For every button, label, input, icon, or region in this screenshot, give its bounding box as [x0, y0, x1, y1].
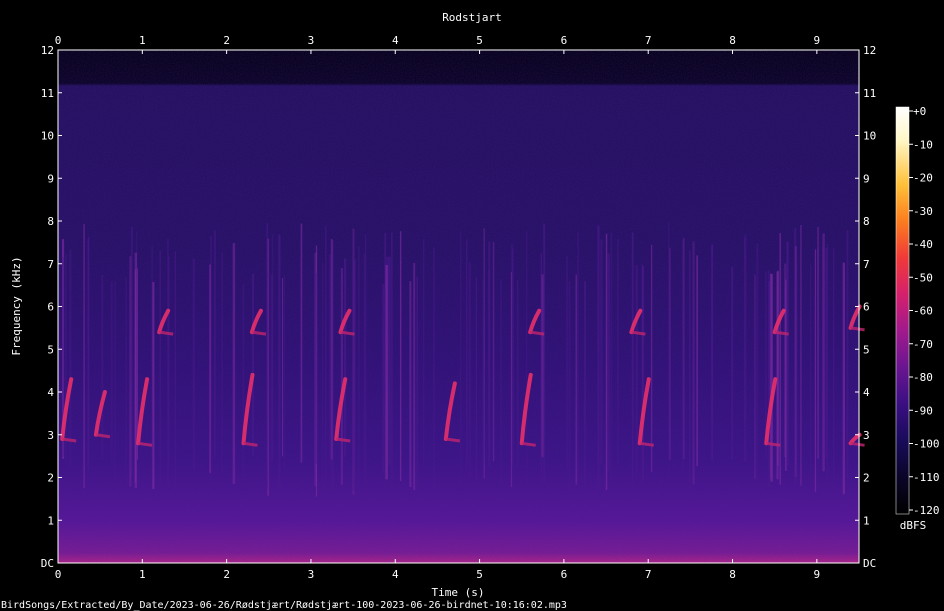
- x-tick-label-top: 9: [814, 34, 821, 47]
- song-phrase-tail: [158, 330, 174, 336]
- colorbar-tick-label: -50: [913, 271, 933, 284]
- x-tick-label-bottom: 8: [729, 568, 736, 581]
- y-tick-label-left: 7: [47, 258, 54, 271]
- colorbar-tick-label: -120: [913, 504, 940, 517]
- plot-area: [57, 49, 865, 564]
- song-phrase-tail: [445, 437, 461, 443]
- song-phrase-tail: [521, 441, 536, 447]
- colorbar-tick-label: -110: [913, 471, 940, 484]
- y-tick-label-right: 2: [863, 472, 870, 485]
- colorbar-gradient: [895, 106, 910, 515]
- colorbar-tick-label: -70: [913, 338, 933, 351]
- song-phrase-tail: [62, 437, 77, 443]
- x-tick-label-top: 8: [729, 34, 736, 47]
- colorbar-tick-label: -60: [913, 305, 933, 318]
- y-tick-label-right: 1: [863, 514, 870, 527]
- x-tick-label-bottom: 3: [308, 568, 315, 581]
- song-phrase-tail: [774, 330, 789, 336]
- colorbar-tick-label: -30: [913, 205, 933, 218]
- file-path: BirdSongs/Extracted/By_Date/2023-06-26/R…: [1, 600, 567, 611]
- y-tick-label-right: 12: [863, 44, 876, 57]
- x-tick-label-top: 3: [308, 34, 315, 47]
- y-tick-label-left: 12: [41, 44, 54, 57]
- song-phrase-tail: [631, 330, 646, 336]
- x-tick-label-top: 7: [645, 34, 652, 47]
- x-axis-label: Time (s): [432, 586, 485, 599]
- colorbar-tick-label: -10: [913, 138, 933, 151]
- y-tick-label-left: 9: [47, 172, 54, 185]
- song-phrase-tail: [336, 437, 351, 443]
- colorbar-tick-label: -90: [913, 404, 933, 417]
- x-tick-label-bottom: 1: [139, 568, 146, 581]
- y-axis-label: Frequency (kHz): [10, 256, 23, 355]
- y-tick-label-left: 1: [47, 514, 54, 527]
- colorbar: +0 -10 -20 -30 -40 -50 -60 -70 -80 -90 -100 -110 -12…: [895, 105, 940, 532]
- colorbar-tick-label: -100: [913, 438, 940, 451]
- colorbar-tick-label: -40: [913, 238, 933, 251]
- y-tick-label-left: 5: [47, 343, 54, 356]
- x-tick-label-bottom: 5: [476, 568, 483, 581]
- x-tick-label-bottom: 0: [55, 568, 62, 581]
- colorbar-tick-label: +0: [913, 105, 926, 118]
- x-tick-label-bottom: 6: [561, 568, 568, 581]
- y-tick-label-right: 3: [863, 429, 870, 442]
- spectrogram-figure: Rodstjart 0123456789 0123456789 DC123456…: [1, 11, 940, 611]
- x-tick-label-top: 6: [561, 34, 568, 47]
- x-tick-label-bottom: 2: [223, 568, 230, 581]
- colorbar-tick-label: -80: [913, 371, 933, 384]
- song-phrase-tail: [340, 330, 355, 336]
- y-tick-label-left: 2: [47, 472, 54, 485]
- y-tick-label-left: 4: [47, 386, 54, 399]
- song-phrase-tail: [137, 441, 153, 447]
- y-tick-label-right: DC: [863, 557, 876, 570]
- y-tick-label-right: 7: [863, 258, 870, 271]
- song-phrase-tail: [850, 441, 865, 447]
- song-phrase-tail: [766, 441, 781, 447]
- x-tick-label-bottom: 7: [645, 568, 652, 581]
- y-tick-label-left: 11: [41, 87, 54, 100]
- y-tick-label-left: DC: [41, 557, 54, 570]
- y-tick-label-right: 5: [863, 343, 870, 356]
- colorbar-label: dBFS: [900, 519, 927, 532]
- song-phrase-tail: [95, 433, 111, 439]
- spectrogram-noise: [58, 50, 859, 563]
- colorbar-tick-label: -20: [913, 172, 933, 185]
- song-phrase-tail: [850, 326, 865, 332]
- song-phrase-tail: [243, 441, 258, 447]
- song-phrase-tail: [251, 330, 267, 336]
- x-tick-label-bottom: 9: [814, 568, 821, 581]
- song-phrase-tail: [529, 330, 545, 336]
- x-tick-label-top: 2: [223, 34, 230, 47]
- y-tick-label-left: 10: [41, 130, 54, 143]
- y-tick-label-right: 8: [863, 215, 870, 228]
- colorbar-ticks: +0 -10 -20 -30 -40 -50 -60 -70 -80 -90 -100 -110 -12…: [909, 105, 940, 517]
- x-tick-label-top: 5: [476, 34, 483, 47]
- x-tick-label-top: 1: [139, 34, 146, 47]
- y-tick-label-right: 11: [863, 87, 876, 100]
- y-tick-label-right: 9: [863, 172, 870, 185]
- chart-title: Rodstjart: [442, 11, 502, 24]
- y-tick-label-left: 8: [47, 215, 54, 228]
- y-tick-label-right: 4: [863, 386, 870, 399]
- y-tick-label-left: 3: [47, 429, 54, 442]
- x-tick-label-top: 0: [55, 34, 62, 47]
- song-phrase-tail: [639, 441, 654, 447]
- y-tick-label-right: 6: [863, 301, 870, 314]
- y-tick-label-right: 10: [863, 130, 876, 143]
- x-tick-label-bottom: 4: [392, 568, 399, 581]
- y-tick-label-left: 6: [47, 301, 54, 314]
- x-tick-label-top: 4: [392, 34, 399, 47]
